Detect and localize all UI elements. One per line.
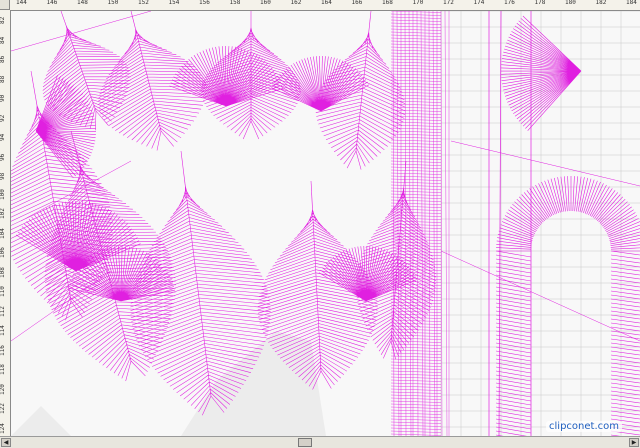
vertical-ruler: 82 84 86 88 90 92 94 96 98 100 102 104 106 108 110 112 1… [0, 10, 11, 436]
stitch-artwork [11, 11, 640, 436]
ruler-tick-label: 112 [0, 305, 6, 317]
ruler-tick-label: 158 [229, 0, 241, 6]
ruler-tick-label: 116 [0, 344, 6, 356]
ruler-tick-label: 106 [0, 247, 6, 258]
ruler-tick-label: 118 [0, 364, 6, 375]
ruler-tick-label: 104 [0, 227, 6, 239]
ruler-tick-label: 102 [0, 208, 6, 219]
ruler-tick-label: 154 [168, 0, 180, 6]
ruler-tick-label: 160 [260, 0, 271, 6]
ruler-tick-label: 90 [0, 94, 6, 102]
ruler-tick-label: 110 [0, 286, 6, 297]
ruler-tick-label: 176 [504, 0, 515, 6]
ruler-tick-label: 182 [595, 0, 607, 6]
ruler-tick-label: 92 [0, 114, 6, 122]
scroll-left-arrow-icon[interactable]: ◀ [1, 438, 11, 447]
ruler-tick-label: 120 [0, 383, 6, 395]
ruler-tick-label: 178 [534, 0, 546, 6]
horizontal-scrollbar[interactable]: ◀ ▶ [0, 436, 640, 448]
ruler-tick-label: 162 [290, 0, 302, 6]
ruler-tick-label: 144 [16, 0, 27, 6]
ruler-tick-label: 166 [351, 0, 363, 6]
scroll-right-arrow-icon[interactable]: ▶ [629, 438, 639, 447]
ruler-tick-label: 150 [107, 0, 119, 6]
ruler-tick-label: 168 [382, 0, 393, 6]
ruler-corner [0, 0, 10, 10]
ruler-tick-label: 184 [626, 0, 637, 6]
watermark-logo: clipconet.com [546, 421, 622, 432]
ruler-tick-label: 164 [321, 0, 332, 6]
ruler-tick-label: 156 [199, 0, 210, 6]
ruler-tick-label: 170 [412, 0, 424, 6]
ruler-tick-label: 108 [0, 266, 6, 278]
ruler-tick-label: 84 [0, 36, 6, 44]
embroidery-editor-window: 144 146 148 150 152 154 156 158 160 162 164 166 168 1… [0, 0, 640, 448]
ruler-tick-label: 94 [0, 133, 6, 141]
ruler-tick-label: 174 [473, 0, 485, 6]
ruler-tick-label: 100 [0, 188, 6, 200]
ruler-tick-label: 124 [0, 422, 6, 434]
ruler-tick-label: 122 [0, 403, 6, 414]
ruler-tick-label: 82 [0, 16, 6, 24]
ruler-tick-label: 146 [46, 0, 58, 6]
design-canvas[interactable] [11, 11, 640, 436]
ruler-tick-label: 172 [443, 0, 454, 6]
scroll-thumb[interactable] [298, 438, 312, 447]
ruler-tick-label: 152 [138, 0, 149, 6]
ruler-tick-label: 86 [0, 55, 6, 63]
ruler-tick-label: 114 [0, 325, 6, 336]
ruler-tick-label: 148 [77, 0, 88, 6]
ruler-tick-label: 98 [0, 172, 6, 180]
ruler-tick-label: 96 [0, 153, 6, 161]
horizontal-ruler: 144 146 148 150 152 154 156 158 160 162 164 166 168 1… [10, 0, 640, 11]
ruler-tick-label: 180 [565, 0, 576, 6]
ruler-tick-label: 88 [0, 75, 6, 83]
